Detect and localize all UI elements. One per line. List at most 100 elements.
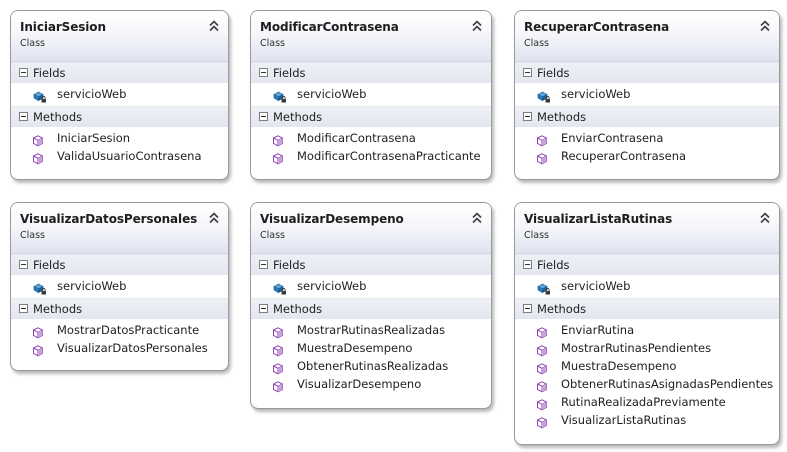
methods-section-header[interactable]: Methods bbox=[11, 298, 228, 319]
private-field-icon bbox=[537, 88, 551, 103]
method-row[interactable]: MuestraDesempeno bbox=[251, 339, 491, 357]
method-cube-icon bbox=[33, 342, 47, 357]
method-row[interactable]: VisualizarListaRutinas bbox=[515, 411, 779, 429]
private-field-icon bbox=[33, 280, 47, 295]
collapse-toggle-icon[interactable] bbox=[19, 260, 28, 269]
method-row[interactable]: MostrarRutinasPendientes bbox=[515, 339, 779, 357]
methods-section-header[interactable]: Methods bbox=[515, 106, 779, 127]
method-row[interactable]: EnviarRutina bbox=[515, 321, 779, 339]
collapse-toggle-icon[interactable] bbox=[523, 68, 532, 77]
method-row[interactable]: ValidaUsuarioContrasena bbox=[11, 147, 228, 165]
methods-section-header[interactable]: Methods bbox=[11, 106, 228, 127]
class-name: VisualizarDatosPersonales bbox=[20, 212, 198, 226]
method-cube-icon bbox=[537, 324, 551, 339]
class-box-visualizar-datos-personales[interactable]: VisualizarDatosPersonales Class Fields s… bbox=[10, 202, 229, 371]
method-name: EnviarContrasena bbox=[561, 131, 664, 145]
class-header: VisualizarListaRutinas Class bbox=[515, 203, 779, 254]
fields-section-header[interactable]: Fields bbox=[11, 254, 228, 275]
method-row[interactable]: ObtenerRutinasRealizadas bbox=[251, 357, 491, 375]
method-cube-icon bbox=[537, 396, 551, 411]
methods-section-header[interactable]: Methods bbox=[515, 298, 779, 319]
method-row[interactable]: RutinaRealizadaPreviamente bbox=[515, 393, 779, 411]
class-box-modificar-contrasena[interactable]: ModificarContrasena Class Fields servici… bbox=[250, 10, 492, 180]
class-stereotype: Class bbox=[20, 38, 45, 49]
field-row[interactable]: servicioWeb bbox=[515, 277, 779, 295]
private-field-icon bbox=[273, 88, 287, 103]
field-row[interactable]: servicioWeb bbox=[515, 85, 779, 103]
collapse-chevron-icon[interactable] bbox=[208, 210, 220, 224]
field-row[interactable]: servicioWeb bbox=[11, 85, 228, 103]
collapse-toggle-icon[interactable] bbox=[19, 112, 28, 121]
collapse-toggle-icon[interactable] bbox=[259, 304, 268, 313]
method-cube-icon bbox=[273, 378, 287, 393]
class-header: RecuperarContrasena Class bbox=[515, 11, 779, 62]
methods-section-label: Methods bbox=[273, 110, 323, 124]
collapse-toggle-icon[interactable] bbox=[259, 68, 268, 77]
method-cube-icon bbox=[33, 150, 47, 165]
collapse-chevron-icon[interactable] bbox=[471, 18, 483, 32]
method-row[interactable]: ObtenerRutinasAsignadasPendientes bbox=[515, 375, 779, 393]
fields-section-label: Fields bbox=[33, 258, 66, 272]
collapse-chevron-icon[interactable] bbox=[471, 210, 483, 224]
class-box-recuperar-contrasena[interactable]: RecuperarContrasena Class Fields servici… bbox=[514, 10, 780, 180]
class-box-visualizar-lista-rutinas[interactable]: VisualizarListaRutinas Class Fields serv… bbox=[514, 202, 780, 445]
method-cube-icon bbox=[537, 342, 551, 357]
class-box-visualizar-desempeno[interactable]: VisualizarDesempeno Class Fields servici… bbox=[250, 202, 492, 409]
collapse-toggle-icon[interactable] bbox=[19, 68, 28, 77]
methods-list: MostrarDatosPracticante VisualizarDatosP… bbox=[11, 319, 228, 361]
fields-section-header[interactable]: Fields bbox=[515, 62, 779, 83]
method-row[interactable]: VisualizarDesempeno bbox=[251, 375, 491, 393]
method-name: MostrarRutinasRealizadas bbox=[297, 323, 446, 337]
method-cube-icon bbox=[537, 150, 551, 165]
method-row[interactable]: MostrarRutinasRealizadas bbox=[251, 321, 491, 339]
method-name: MuestraDesempeno bbox=[561, 359, 677, 373]
method-name: VisualizarListaRutinas bbox=[561, 413, 687, 427]
collapse-chevron-icon[interactable] bbox=[208, 18, 220, 32]
fields-section-header[interactable]: Fields bbox=[11, 62, 228, 83]
methods-section-label: Methods bbox=[537, 110, 587, 124]
method-row[interactable]: VisualizarDatosPersonales bbox=[11, 339, 228, 357]
method-row[interactable]: ModificarContrasena bbox=[251, 129, 491, 147]
collapse-toggle-icon[interactable] bbox=[523, 304, 532, 313]
collapse-toggle-icon[interactable] bbox=[259, 112, 268, 121]
methods-list: ModificarContrasena ModificarContrasenaP… bbox=[251, 127, 491, 169]
field-row[interactable]: servicioWeb bbox=[251, 277, 491, 295]
fields-section-header[interactable]: Fields bbox=[251, 62, 491, 83]
collapse-toggle-icon[interactable] bbox=[259, 260, 268, 269]
field-row[interactable]: servicioWeb bbox=[251, 85, 491, 103]
method-row[interactable]: MostrarDatosPracticante bbox=[11, 321, 228, 339]
collapse-chevron-icon[interactable] bbox=[759, 210, 771, 224]
collapse-toggle-icon[interactable] bbox=[523, 112, 532, 121]
class-box-iniciar-sesion[interactable]: IniciarSesion Class Fields servicioWeb M… bbox=[10, 10, 229, 180]
method-name: EnviarRutina bbox=[561, 323, 635, 337]
fields-list: servicioWeb bbox=[251, 275, 491, 298]
method-name: MostrarDatosPracticante bbox=[57, 323, 200, 337]
method-row[interactable]: RecuperarContrasena bbox=[515, 147, 779, 165]
method-row[interactable]: IniciarSesion bbox=[11, 129, 228, 147]
method-name: IniciarSesion bbox=[57, 131, 131, 145]
methods-section-header[interactable]: Methods bbox=[251, 298, 491, 319]
method-name: VisualizarDesempeno bbox=[297, 377, 422, 391]
method-cube-icon bbox=[33, 324, 47, 339]
fields-section-header[interactable]: Fields bbox=[515, 254, 779, 275]
fields-section-label: Fields bbox=[537, 258, 570, 272]
collapse-chevron-icon[interactable] bbox=[759, 18, 771, 32]
method-row[interactable]: ModificarContrasenaPracticante bbox=[251, 147, 491, 165]
collapse-toggle-icon[interactable] bbox=[19, 304, 28, 313]
methods-section-header[interactable]: Methods bbox=[251, 106, 491, 127]
fields-section-label: Fields bbox=[537, 66, 570, 80]
method-cube-icon bbox=[33, 132, 47, 147]
method-row[interactable]: MuestraDesempeno bbox=[515, 357, 779, 375]
methods-section-label: Methods bbox=[33, 110, 83, 124]
method-row[interactable]: EnviarContrasena bbox=[515, 129, 779, 147]
collapse-toggle-icon[interactable] bbox=[523, 260, 532, 269]
class-name: ModificarContrasena bbox=[260, 20, 399, 34]
fields-section-label: Fields bbox=[273, 258, 306, 272]
method-name: MuestraDesempeno bbox=[297, 341, 413, 355]
class-stereotype: Class bbox=[524, 38, 549, 49]
class-header: IniciarSesion Class bbox=[11, 11, 228, 62]
field-row[interactable]: servicioWeb bbox=[11, 277, 228, 295]
fields-section-header[interactable]: Fields bbox=[251, 254, 491, 275]
method-name: VisualizarDatosPersonales bbox=[57, 341, 208, 355]
method-name: ModificarContrasenaPracticante bbox=[297, 149, 481, 163]
